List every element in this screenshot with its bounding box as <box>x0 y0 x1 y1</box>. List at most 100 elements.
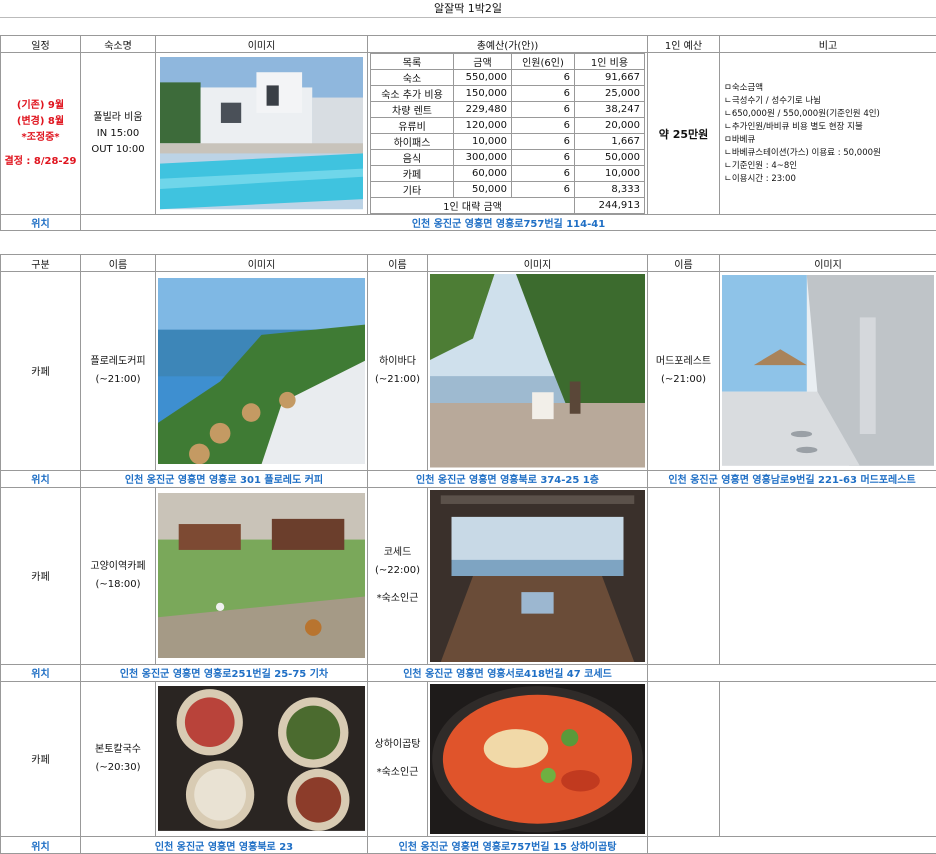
header-notes: 비고 <box>720 36 936 53</box>
note-line: ㄴ극성수기 / 성수기로 나뉨 <box>724 95 936 108</box>
place-row: 카페 플로레도커피 (~21:00) 하이바다 (~21:00) <box>1 272 936 471</box>
terrace-image <box>430 274 645 468</box>
budget-per: 38,247 <box>575 102 645 118</box>
place-name-cell: 상하이곱탕 *숙소인근 <box>368 681 428 837</box>
budget-people: 6 <box>512 70 575 86</box>
note-line: ㄴ650,000원 / 550,000원(기준인원 4인) <box>724 108 936 121</box>
place-image-cell <box>156 272 368 471</box>
budget-per: 20,000 <box>575 118 645 134</box>
place-location[interactable]: 인천 옹진군 영흥면 영흥서로418번길 47 코세드 <box>368 664 648 681</box>
header-name-3: 이름 <box>648 255 720 272</box>
place-note: *숙소인근 <box>368 764 427 782</box>
budget-amount: 120,000 <box>454 118 512 134</box>
place-location[interactable]: 인천 옹진군 영흥면 영흥북로 23 <box>81 837 368 854</box>
header-budget: 총예산(가(안)) <box>368 36 648 53</box>
garden-image <box>158 493 365 659</box>
place-hours: (~18:00) <box>81 576 155 594</box>
note-line: ㄴ이용시간 : 23:00 <box>724 173 936 186</box>
budget-header-people: 인원(6인) <box>512 54 575 70</box>
stew-image <box>430 684 645 835</box>
budget-item: 음식 <box>371 150 454 166</box>
budget-people: 6 <box>512 150 575 166</box>
place-hours: (~21:00) <box>648 371 719 389</box>
budget-item: 숙소 추가 비용 <box>371 86 454 102</box>
budget-amount: 60,000 <box>454 166 512 182</box>
place-name: 고양이역카페 <box>81 558 155 576</box>
corridor-image <box>722 275 934 466</box>
place-location[interactable]: 인천 옹진군 영흥면 영흥북로 374-25 1층 <box>368 470 648 487</box>
budget-people: 6 <box>512 134 575 150</box>
place-name: 상하이곱탕 <box>368 736 427 754</box>
place-name-cell: 본토칼국수 (~20:30) <box>81 681 156 837</box>
header-per-person: 1인 예산 <box>648 36 720 53</box>
budget-amount: 150,000 <box>454 86 512 102</box>
place-row: 카페 본토칼국수 (~20:30) 상하이곱탕 *숙소인근 <box>1 681 936 837</box>
per-person-cell: 약 25만원 <box>648 53 720 215</box>
places-table: 구분 이름 이미지 이름 이미지 이름 이미지 카페 플로레도커피 (~21:0… <box>0 254 936 854</box>
schedule-line: (기존) 9월 <box>1 98 80 114</box>
budget-row: 차량 렌트229,480638,247 <box>371 102 645 118</box>
budget-people: 6 <box>512 86 575 102</box>
category-cell: 카페 <box>1 681 81 837</box>
place-name-cell: 플로레도커피 (~21:00) <box>81 272 156 471</box>
note-line: ㄴ기준인원 : 4~8인 <box>724 160 936 173</box>
location-label: 위치 <box>1 664 81 681</box>
budget-per: 50,000 <box>575 150 645 166</box>
schedule-line: (변경) 8월 <box>1 114 80 130</box>
budget-item: 하이패스 <box>371 134 454 150</box>
budget-amount: 10,000 <box>454 134 512 150</box>
budget-row: 숙소550,000691,667 <box>371 70 645 86</box>
place-name: 플로레도커피 <box>81 353 155 371</box>
place-hours: (~22:00) <box>368 562 427 580</box>
budget-total-label: 1인 대략 금액 <box>371 198 575 214</box>
budget-item: 유류비 <box>371 118 454 134</box>
budget-per: 10,000 <box>575 166 645 182</box>
empty-cell <box>648 664 936 681</box>
cafe-sea-image <box>158 278 365 464</box>
budget-table: 목록 금액 인원(6인) 1인 비용 숙소550,000691,667 숙소 추… <box>370 53 645 214</box>
schedule-cell: (기존) 9월 (변경) 8월 *조정중* 결정 : 8/28-29 <box>1 53 81 215</box>
budget-item: 카페 <box>371 166 454 182</box>
note-line: ㅁ바베큐 <box>724 134 936 147</box>
budget-people: 6 <box>512 182 575 198</box>
budget-item: 기타 <box>371 182 454 198</box>
place-note: *숙소인근 <box>368 590 427 608</box>
empty-cell <box>720 487 936 664</box>
header-image-1: 이미지 <box>156 255 368 272</box>
lodging-table: 일정 숙소명 이미지 총예산(가(안)) 1인 예산 비고 (기존) 9월 (변… <box>0 35 936 231</box>
budget-row: 음식300,000650,000 <box>371 150 645 166</box>
place-name-cell: 하이바다 (~21:00) <box>368 272 428 471</box>
lodging-image-cell <box>156 53 368 215</box>
budget-row: 기타50,00068,333 <box>371 182 645 198</box>
budget-people: 6 <box>512 118 575 134</box>
place-hours: (~21:00) <box>368 371 427 389</box>
budget-cell: 목록 금액 인원(6인) 1인 비용 숙소550,000691,667 숙소 추… <box>368 53 648 215</box>
header-image: 이미지 <box>156 36 368 53</box>
budget-per: 1,667 <box>575 134 645 150</box>
budget-amount: 300,000 <box>454 150 512 166</box>
place-name: 머드포레스트 <box>648 353 719 371</box>
category-cell: 카페 <box>1 272 81 471</box>
budget-header-item: 목록 <box>371 54 454 70</box>
place-location[interactable]: 인천 옹진군 영흥면 영흥로251번길 25-75 기차 <box>81 664 368 681</box>
place-name-cell: 코세드 (~22:00) *숙소인근 <box>368 487 428 664</box>
budget-item: 차량 렌트 <box>371 102 454 118</box>
place-location[interactable]: 인천 옹진군 영흥면 영흥로757번길 15 상하이곱탕 <box>368 837 648 854</box>
budget-amount: 50,000 <box>454 182 512 198</box>
note-line: ㄴ추가인원/바비큐 비용 별도 현장 지불 <box>724 121 936 134</box>
place-image-cell <box>428 487 648 664</box>
budget-header-amount: 금액 <box>454 54 512 70</box>
place-location[interactable]: 인천 옹진군 영흥면 영흥로 301 플로레도 커피 <box>81 470 368 487</box>
page-title: 알잘딱 1박2일 <box>0 0 936 18</box>
note-line: ㅁ숙소금액 <box>724 82 936 95</box>
checkout-time: OUT 10:00 <box>81 142 155 158</box>
empty-cell <box>648 487 720 664</box>
place-location[interactable]: 인천 옹진군 영흥면 영흥남로9번길 221-63 머드포레스트 <box>648 470 936 487</box>
lodging-name-cell: 풀빌라 비움 IN 15:00 OUT 10:00 <box>81 53 156 215</box>
location-label: 위치 <box>1 837 81 854</box>
budget-per: 91,667 <box>575 70 645 86</box>
header-name-2: 이름 <box>368 255 428 272</box>
lodging-location[interactable]: 인천 옹진군 영흥면 영흥로757번길 114-41 <box>81 215 936 231</box>
budget-amount: 229,480 <box>454 102 512 118</box>
place-row: 카페 고양이역카페 (~18:00) 코세드 (~22:00) *숙소인근 <box>1 487 936 664</box>
